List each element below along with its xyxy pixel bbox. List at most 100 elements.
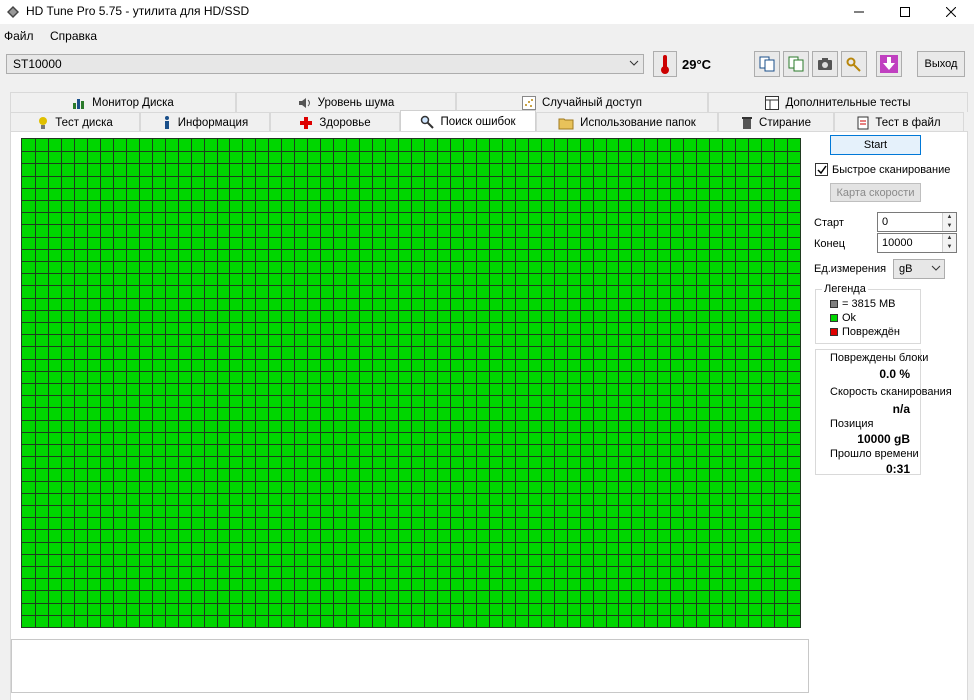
tab-label: Информация bbox=[177, 116, 249, 129]
scan-speed-label: Скорость сканирования bbox=[830, 386, 952, 398]
units-label: Ед.измерения bbox=[814, 263, 887, 275]
speaker-icon bbox=[298, 97, 310, 108]
legend-swatch-red bbox=[830, 328, 838, 336]
grid-window-icon bbox=[765, 95, 780, 110]
menu-help[interactable]: Справка bbox=[50, 29, 97, 43]
legend-swatch-gray bbox=[830, 300, 838, 308]
block-map-grid bbox=[22, 139, 800, 627]
tab-row-bottom: Тест диска Информация Здоровье Поиск оши… bbox=[10, 110, 964, 132]
legend-swatch-green bbox=[830, 314, 838, 322]
legend-label: = 3815 MB bbox=[842, 298, 896, 310]
copy-green-icon bbox=[788, 56, 804, 72]
menu-file[interactable]: Файл bbox=[4, 29, 34, 43]
menu-bar: Файл Справка bbox=[0, 26, 974, 46]
tab-label: Дополнительные тесты bbox=[785, 96, 911, 109]
tab-row-top: Монитор Диска Уровень шума Случайный дос… bbox=[10, 92, 968, 112]
drive-select-value: ST10000 bbox=[13, 57, 62, 71]
scan-speed-value: n/a bbox=[892, 402, 910, 416]
copy-all-button[interactable] bbox=[783, 51, 809, 77]
red-cross-icon bbox=[300, 116, 313, 129]
elapsed-time-value: 0:31 bbox=[885, 462, 910, 476]
tab-disk-monitor[interactable]: Монитор Диска bbox=[10, 92, 236, 112]
tab-error-scan[interactable]: Поиск ошибок bbox=[400, 110, 536, 132]
camera-icon bbox=[818, 58, 832, 70]
quick-scan-label: Быстрое сканирование bbox=[832, 163, 951, 176]
legend: Легенда = 3815 MB Ok Повреждён bbox=[815, 283, 921, 344]
copy-icon bbox=[759, 56, 775, 72]
units-select-value: gB bbox=[899, 263, 913, 275]
drive-select[interactable]: ST10000 bbox=[6, 54, 644, 74]
damaged-blocks-value: 0.0 % bbox=[879, 367, 910, 381]
quick-scan-option[interactable]: Быстрое сканирование bbox=[815, 163, 950, 176]
app-icon bbox=[7, 6, 19, 18]
start-field[interactable]: 0 ▲ ▼ bbox=[877, 212, 957, 232]
trash-icon bbox=[742, 116, 753, 129]
lightbulb-icon bbox=[39, 116, 48, 129]
download-arrow-icon bbox=[880, 55, 898, 73]
magnifier-icon bbox=[421, 115, 435, 129]
maximize-icon bbox=[900, 7, 910, 17]
tab-noise-level[interactable]: Уровень шума bbox=[236, 92, 456, 112]
key-icon bbox=[846, 57, 861, 72]
tab-file-test[interactable]: Тест в файл bbox=[834, 112, 964, 132]
close-icon bbox=[946, 7, 956, 17]
position-value: 10000 gB bbox=[857, 432, 910, 446]
spinner-arrows-icon[interactable]: ▲ ▼ bbox=[942, 234, 956, 252]
tab-erase[interactable]: Стирание bbox=[718, 112, 834, 132]
damaged-blocks-label: Повреждены блоки bbox=[830, 352, 929, 364]
tab-label: Монитор Диска bbox=[92, 96, 174, 109]
save-button[interactable] bbox=[876, 51, 902, 77]
tab-random-access[interactable]: Случайный доступ bbox=[456, 92, 708, 112]
legend-label: Ok bbox=[842, 312, 857, 324]
minimize-icon bbox=[854, 11, 864, 13]
minimize-button[interactable] bbox=[836, 0, 882, 24]
title-bar: HD Tune Pro 5.75 - утилита для HD/SSD bbox=[0, 0, 974, 24]
options-button[interactable] bbox=[841, 51, 867, 77]
legend-item-damaged: Повреждён bbox=[830, 326, 900, 338]
position-label: Позиция bbox=[830, 418, 874, 430]
temperature-value: 29°C bbox=[682, 57, 712, 72]
tab-information[interactable]: Информация bbox=[140, 112, 270, 132]
end-field[interactable]: 10000 ▲ ▼ bbox=[877, 233, 957, 253]
tab-disk-test[interactable]: Тест диска bbox=[10, 112, 140, 132]
tab-extra-tests[interactable]: Дополнительные тесты bbox=[708, 92, 968, 112]
scan-stats: Повреждены блоки 0.0 % Скорость сканиров… bbox=[815, 349, 952, 476]
chevron-down-icon bbox=[629, 60, 639, 66]
tab-label: Тест диска bbox=[55, 116, 113, 129]
log-output[interactable] bbox=[11, 639, 809, 693]
block-map bbox=[21, 138, 801, 628]
tab-label: Уровень шума bbox=[317, 96, 395, 109]
tab-label: Поиск ошибок bbox=[440, 115, 516, 128]
quick-scan-checkbox[interactable] bbox=[815, 163, 828, 176]
tab-label: Тест в файл bbox=[875, 116, 941, 129]
screenshot-button[interactable] bbox=[812, 51, 838, 77]
exit-button[interactable]: Выход bbox=[917, 51, 965, 77]
tab-label: Случайный доступ bbox=[541, 96, 643, 109]
legend-item-ok: Ok bbox=[830, 312, 856, 324]
chevron-down-icon bbox=[931, 265, 941, 271]
toolbar: ST10000 29°C Выход bbox=[0, 48, 974, 86]
folder-icon bbox=[558, 118, 574, 129]
scatter-icon bbox=[521, 95, 536, 110]
tab-folder-usage[interactable]: Использование папок bbox=[536, 112, 718, 132]
end-field-value: 10000 bbox=[882, 237, 913, 249]
tab-health[interactable]: Здоровье bbox=[270, 112, 400, 132]
elapsed-time-label: Прошло времени bbox=[830, 448, 919, 460]
start-field-label: Старт bbox=[814, 217, 844, 229]
spinner-arrows-icon[interactable]: ▲ ▼ bbox=[942, 213, 956, 231]
checkmark-icon bbox=[816, 165, 827, 174]
legend-label: Повреждён bbox=[842, 326, 900, 338]
start-button[interactable]: Start bbox=[830, 135, 921, 155]
tab-label: Использование папок bbox=[580, 116, 696, 129]
file-icon bbox=[857, 116, 869, 129]
copy-info-button[interactable] bbox=[754, 51, 780, 77]
end-field-label: Конец bbox=[814, 238, 846, 250]
close-button[interactable] bbox=[928, 0, 974, 24]
legend-title: Легенда bbox=[822, 283, 868, 295]
maximize-button[interactable] bbox=[882, 0, 928, 24]
legend-item-block-size: = 3815 MB bbox=[830, 298, 896, 310]
thermometer-icon bbox=[653, 51, 677, 77]
bar-chart-icon bbox=[73, 98, 85, 109]
speed-map-button: Карта скорости bbox=[830, 183, 921, 202]
units-select[interactable]: gB bbox=[893, 259, 945, 279]
